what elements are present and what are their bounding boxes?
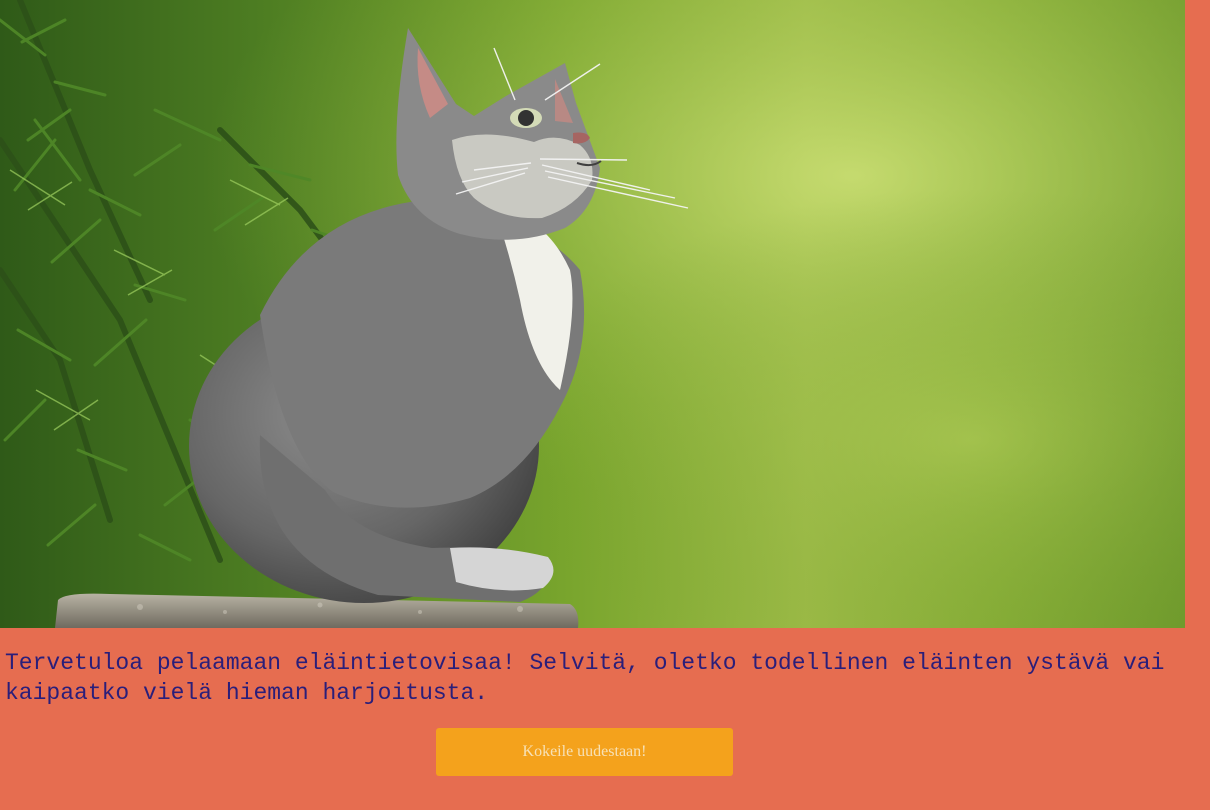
hero-image [0,0,1185,628]
retry-button[interactable]: Kokeile uudestaan! [436,728,733,776]
intro-text: Tervetuloa pelaamaan eläintietovisaa! Se… [5,650,1165,706]
